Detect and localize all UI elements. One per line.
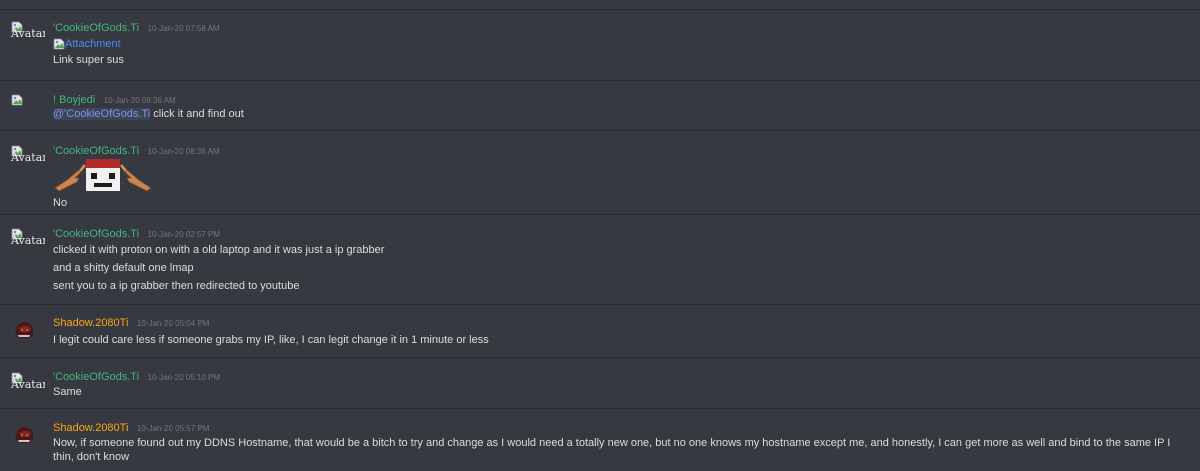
shadow-avatar-icon bbox=[11, 317, 37, 343]
avatar[interactable] bbox=[11, 317, 37, 343]
attachment-alt-text: Attachment bbox=[65, 38, 121, 50]
avatar-alt-text: Avatar bbox=[11, 378, 45, 391]
username[interactable]: Shadow.2080Ti bbox=[53, 317, 128, 329]
message-header: Shadow.2080Ti 10-Jan-20 05:57 PM bbox=[53, 420, 1190, 434]
message-content: 'CookieOfGods.Ti 10-Jan-20 07:58 AM Atta… bbox=[53, 20, 1190, 68]
avatar[interactable]: Avatar bbox=[11, 20, 45, 42]
avatar-alt-text: Avatar bbox=[11, 27, 45, 40]
username[interactable]: 'CookieOfGods.Ti bbox=[53, 371, 139, 383]
chat-log: Avatar 'CookieOfGods.Ti 10-Jan-20 07:58 … bbox=[0, 0, 1200, 471]
broken-image-icon bbox=[53, 38, 65, 50]
message-header: 'CookieOfGods.Ti 10-Jan-20 08:36 AM bbox=[53, 143, 1190, 157]
message-item: Shadow.2080Ti 10-Jan-20 05:57 PM Now, if… bbox=[0, 409, 1200, 471]
message-text: Same bbox=[53, 386, 82, 398]
avatar[interactable]: Avatar bbox=[11, 227, 45, 249]
timestamp: 10-Jan-20 05:04 PM bbox=[136, 319, 210, 328]
message-item: Avatar 'CookieOfGods.Ti 10-Jan-20 02:57 … bbox=[0, 215, 1200, 305]
message-header: ! Boyjedi 10-Jan-20 08:36 AM bbox=[53, 92, 1190, 106]
message-header: 'CookieOfGods.Ti 10-Jan-20 05:10 PM bbox=[53, 369, 1190, 383]
avatar[interactable] bbox=[11, 422, 37, 448]
timestamp: 10-Jan-20 02:57 PM bbox=[147, 230, 221, 239]
message-item: Avatar 'CookieOfGods.Ti 10-Jan-20 08:36 … bbox=[0, 131, 1200, 215]
username[interactable]: Shadow.2080Ti bbox=[53, 422, 128, 434]
username[interactable]: ! Boyjedi bbox=[53, 94, 95, 106]
message-header: Shadow.2080Ti 10-Jan-20 05:04 PM bbox=[53, 315, 1190, 329]
message-content: 'CookieOfGods.Ti 10-Jan-20 08:36 AM No bbox=[53, 143, 1190, 211]
message-item: Shadow.2080Ti 10-Jan-20 05:04 PM I legit… bbox=[0, 305, 1200, 358]
message-content: 'CookieOfGods.Ti 10-Jan-20 02:57 PM clic… bbox=[53, 226, 1190, 294]
message-text: Link super sus bbox=[53, 54, 124, 66]
avatar[interactable] bbox=[11, 93, 45, 115]
message-item: Avatar 'CookieOfGods.Ti 10-Jan-20 07:58 … bbox=[0, 10, 1200, 81]
shadow-avatar-icon bbox=[11, 422, 37, 448]
message-text: and a shitty default one lmap bbox=[53, 262, 194, 274]
message-content: Shadow.2080Ti 10-Jan-20 05:57 PM Now, if… bbox=[53, 420, 1190, 464]
username[interactable]: 'CookieOfGods.Ti bbox=[53, 22, 139, 34]
broken-image-icon bbox=[11, 93, 23, 106]
message-text: sent you to a ip grabber then redirected… bbox=[53, 280, 300, 292]
message-content: ! Boyjedi 10-Jan-20 08:36 AM @'CookieOfG… bbox=[53, 92, 1190, 122]
message-text: Now, if someone found out my DDNS Hostna… bbox=[53, 437, 1171, 463]
message-text: @'CookieOfGods.Ti click it and find out bbox=[53, 106, 1190, 122]
message-text: clicked it with proton on with a old lap… bbox=[53, 244, 385, 256]
message-item: Avatar 'CookieOfGods.Ti 10-Jan-20 05:10 … bbox=[0, 358, 1200, 409]
message-content: 'CookieOfGods.Ti 10-Jan-20 05:10 PM Same bbox=[53, 369, 1190, 400]
message-header: 'CookieOfGods.Ti 10-Jan-20 07:58 AM bbox=[53, 20, 1190, 34]
avatar-alt-text: Avatar bbox=[11, 151, 45, 164]
timestamp: 10-Jan-20 07:58 AM bbox=[147, 24, 220, 33]
message-item: ! Boyjedi 10-Jan-20 08:36 AM @'CookieOfG… bbox=[0, 81, 1200, 131]
custom-emoji-pointing-hands bbox=[53, 157, 1190, 193]
timestamp: 10-Jan-20 08:36 AM bbox=[103, 96, 176, 105]
avatar[interactable]: Avatar bbox=[11, 371, 45, 393]
message-content: Shadow.2080Ti 10-Jan-20 05:04 PM I legit… bbox=[53, 315, 1190, 348]
avatar-alt-text: Avatar bbox=[11, 234, 45, 247]
message-text: I legit could care less if someone grabs… bbox=[53, 334, 489, 346]
message-text-tail: click it and find out bbox=[150, 108, 244, 120]
message-header: 'CookieOfGods.Ti 10-Jan-20 02:57 PM bbox=[53, 226, 1190, 240]
message-text: No bbox=[53, 197, 68, 209]
username[interactable]: 'CookieOfGods.Ti bbox=[53, 145, 139, 157]
timestamp: 10-Jan-20 05:10 PM bbox=[147, 373, 221, 382]
timestamp: 10-Jan-20 05:57 PM bbox=[136, 424, 210, 433]
avatar[interactable]: Avatar bbox=[11, 144, 45, 166]
timestamp: 10-Jan-20 08:36 AM bbox=[147, 147, 220, 156]
user-mention[interactable]: @'CookieOfGods.Ti bbox=[53, 108, 151, 120]
username[interactable]: 'CookieOfGods.Ti bbox=[53, 228, 139, 240]
attachment-link[interactable]: Attachment bbox=[53, 37, 1190, 51]
divider bbox=[0, 0, 1200, 10]
